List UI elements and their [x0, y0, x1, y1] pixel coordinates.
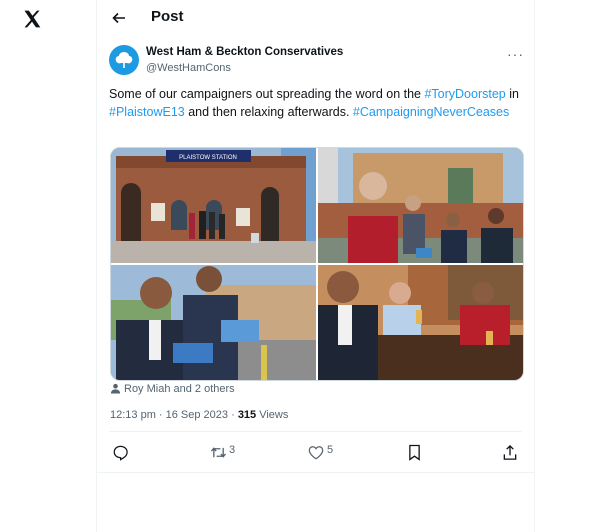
leaflet-scene: [111, 265, 316, 380]
tweet-meta: 12:13 pm · 16 Sep 2023 · 315 Views: [110, 409, 288, 421]
hashtag-link[interactable]: #PlaistowE13: [109, 105, 185, 119]
divider: [109, 431, 522, 432]
divider: [97, 472, 534, 473]
photo-station[interactable]: PLAISTOW STATION: [111, 148, 316, 263]
hashtag-link[interactable]: #ToryDoorstep: [424, 87, 505, 101]
tweet-text: Some of our campaigners out spreading th…: [109, 86, 524, 121]
retweet-icon[interactable]: [210, 445, 227, 460]
post-column: Post West Ham & Beckton Conservatives @W…: [96, 0, 535, 532]
like-count[interactable]: 5: [327, 444, 333, 456]
tweet-time[interactable]: 12:13 pm · 16 Sep 2023 ·: [110, 409, 238, 421]
tweet-text-part: Some of our campaigners out spreading th…: [109, 87, 425, 101]
left-rail: [0, 0, 96, 532]
back-arrow-icon[interactable]: [111, 10, 127, 26]
person-icon: [110, 383, 121, 394]
like-icon[interactable]: [308, 445, 324, 460]
bookmark-icon[interactable]: [408, 444, 421, 461]
action-bar: 3 5: [97, 441, 534, 465]
author-name[interactable]: West Ham & Beckton Conservatives: [146, 46, 343, 58]
photo-grid: PLAISTOW STATION: [110, 147, 524, 381]
x-logo-icon[interactable]: [22, 9, 42, 29]
views-label: Views: [256, 409, 289, 421]
reply-icon[interactable]: [112, 444, 129, 461]
tweet-text-part: and then relaxing afterwards.: [184, 104, 353, 119]
page-title: Post: [151, 8, 184, 25]
author-handle[interactable]: @WestHamCons: [146, 62, 231, 74]
views-count: 315: [237, 409, 257, 421]
photo-street-group[interactable]: [318, 148, 523, 263]
more-icon[interactable]: ···: [507, 46, 524, 62]
tagged-people[interactable]: Roy Miah and 2 others: [110, 383, 235, 395]
pub-scene: [318, 265, 523, 380]
tweet-text-part: in: [505, 87, 519, 101]
share-icon[interactable]: [502, 444, 518, 461]
top-bar: Post: [97, 0, 534, 36]
station-sign: PLAISTOW STATION: [179, 155, 237, 161]
photo-leaflets[interactable]: [111, 265, 316, 380]
avatar[interactable]: [109, 45, 139, 75]
tree-logo-icon: [115, 52, 133, 68]
street-scene: [318, 148, 523, 263]
station-scene: PLAISTOW STATION: [111, 148, 316, 263]
photo-pub[interactable]: [318, 265, 523, 380]
retweet-count[interactable]: 3: [229, 444, 235, 456]
tagged-people-label: Roy Miah and 2 others: [124, 383, 235, 395]
hashtag-link[interactable]: #CampaigningNeverCeases: [353, 105, 509, 119]
